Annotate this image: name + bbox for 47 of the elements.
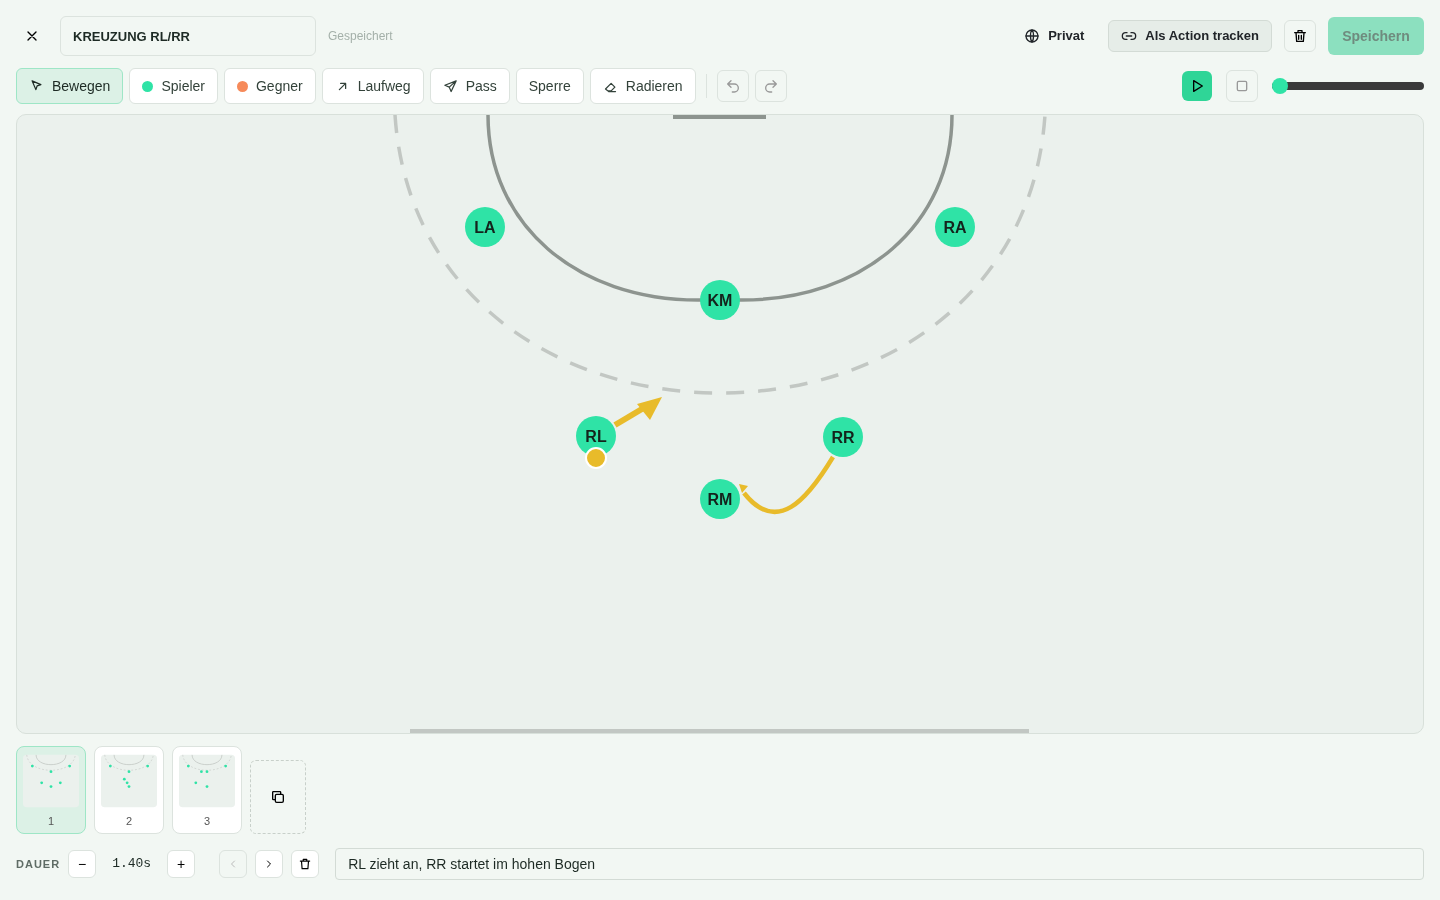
duration-label: DAUER	[16, 856, 61, 872]
player-token[interactable]: KM	[700, 280, 740, 320]
delete-button[interactable]	[1284, 20, 1316, 52]
track-button[interactable]: Als Action tracken	[1108, 20, 1272, 52]
player-token[interactable]: RR	[823, 417, 863, 457]
increase-button[interactable]: +	[167, 850, 196, 878]
delete-frame-button[interactable]	[291, 850, 320, 878]
redo-button[interactable]	[754, 70, 787, 102]
tool-button[interactable]: Sperre	[515, 68, 584, 104]
undo-button[interactable]	[716, 70, 749, 102]
stop-icon	[1234, 78, 1250, 94]
next-frame-button[interactable]	[255, 850, 284, 878]
visibility-button[interactable]: Privat	[1012, 20, 1097, 52]
frame-thumbnail[interactable]: 2	[94, 746, 164, 834]
player-token[interactable]: RM	[700, 479, 740, 519]
redo-icon	[762, 78, 779, 94]
note-field[interactable]: RL zieht an, RR startet im hohen Bogen	[335, 848, 1424, 880]
play-button[interactable]	[1182, 71, 1212, 101]
tool-button[interactable]: Radieren	[589, 68, 696, 104]
slider-thumb[interactable]	[1272, 78, 1288, 94]
tool-button[interactable]: Laufweg	[321, 68, 424, 104]
title-field[interactable]: KREUZUNG RL/RR	[60, 16, 316, 56]
save-status: Gespeichert	[328, 28, 393, 45]
trash-icon	[1292, 28, 1308, 44]
tool-button[interactable]: Spieler	[129, 68, 218, 104]
globe-icon	[1024, 28, 1041, 44]
frame-preview-drawing	[101, 753, 157, 809]
duration-value: 1.40s	[111, 855, 153, 874]
decrease-button[interactable]: −	[68, 850, 97, 878]
frame-preview-drawing	[23, 753, 79, 809]
ball[interactable]	[585, 447, 607, 469]
run-arrow[interactable]	[613, 397, 662, 428]
frame-thumbnail[interactable]: 1	[16, 746, 86, 834]
send-icon	[442, 78, 458, 94]
tool-button[interactable]: Bewegen	[16, 68, 124, 104]
duplicate-frame-button[interactable]	[250, 760, 306, 834]
stop-button[interactable]	[1226, 70, 1258, 102]
run-curve[interactable]	[739, 455, 835, 515]
trash-icon	[298, 857, 313, 871]
frame-preview-drawing	[179, 753, 235, 809]
player-token[interactable]: RA	[935, 207, 975, 247]
frame-thumbnail[interactable]: 3	[172, 746, 242, 834]
tool-button[interactable]: Pass	[429, 68, 510, 104]
player-token[interactable]: LA	[465, 207, 505, 247]
undo-icon	[724, 78, 741, 94]
copy-icon	[270, 789, 286, 805]
tool-button[interactable]: Gegner	[224, 68, 316, 104]
